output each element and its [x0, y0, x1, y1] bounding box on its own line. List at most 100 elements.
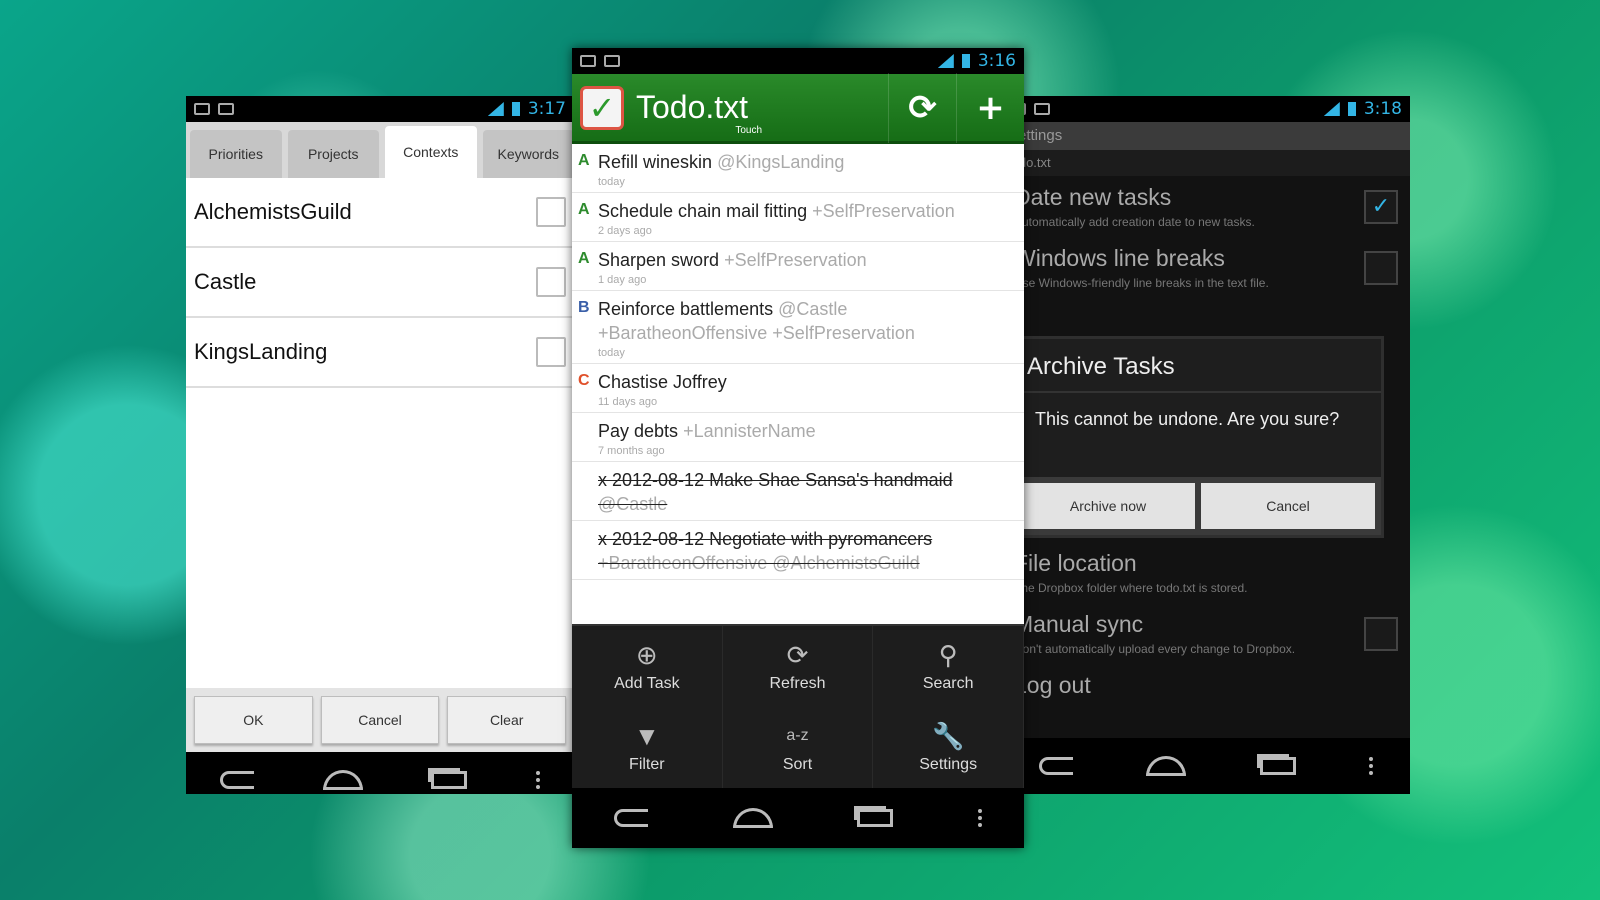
app-logo-icon: ✓ — [580, 85, 624, 130]
back-icon[interactable] — [1038, 757, 1073, 775]
task-text: Sharpen sword — [598, 250, 720, 270]
setting-log-out[interactable]: Log out — [1002, 664, 1410, 707]
archive-now-button[interactable]: Archive now — [1021, 483, 1195, 529]
ok-button[interactable]: OK — [194, 696, 313, 744]
status-bar: 3:16 — [572, 48, 1024, 74]
checked-checkbox-icon[interactable]: ✓ — [1364, 189, 1398, 224]
refresh-icon[interactable]: ⟳ — [888, 72, 956, 143]
task-text: Chastise Joffrey — [598, 372, 727, 392]
recent-apps-icon[interactable] — [431, 771, 468, 789]
image-notification-icon — [194, 103, 210, 115]
task-priority: B — [578, 299, 590, 316]
setting-windows-line-breaks[interactable]: Windows line breaks Use Windows-friendly… — [1002, 237, 1410, 298]
setting-manual-sync[interactable]: Manual sync Don't automatically upload e… — [1002, 603, 1410, 664]
menu-item-label: Filter — [629, 755, 665, 773]
menu-item-add-task[interactable]: ⊕ Add Task — [572, 626, 723, 707]
context-checkbox[interactable] — [536, 267, 566, 297]
list-item[interactable]: Castle — [186, 248, 574, 318]
system-nav-bar — [572, 788, 1024, 848]
setting-date-new-tasks[interactable]: Date new tasks Automatically add creatio… — [1002, 176, 1410, 237]
task-text: Refill wineskin — [598, 152, 713, 172]
task-row[interactable]: B Reinforce battlements @Castle +Baratheo… — [572, 291, 1024, 364]
back-icon[interactable] — [220, 771, 255, 789]
tab-contexts[interactable]: Contexts — [385, 126, 477, 178]
task-tags: @KingsLanding — [717, 152, 845, 172]
task-row[interactable]: x 2012-08-12 Make Shae Sansa's handmaid … — [572, 462, 1024, 521]
task-priority: A — [578, 152, 590, 169]
task-tags: +SelfPreservation — [812, 201, 955, 221]
task-priority: A — [578, 250, 590, 267]
recent-apps-icon[interactable] — [857, 809, 894, 827]
tab-keywords[interactable]: Keywords — [482, 130, 574, 178]
status-bar: 3:18 — [1002, 96, 1410, 122]
recent-apps-icon[interactable] — [1259, 757, 1296, 775]
task-priority — [578, 419, 598, 457]
home-icon[interactable] — [322, 770, 363, 790]
menu-item-search[interactable]: ⚲ Search — [873, 626, 1024, 707]
task-age: 11 days ago — [598, 396, 658, 408]
lower-settings: File location The Dropbox folder where t… — [1002, 542, 1410, 707]
task-row[interactable]: Pay debts +LannisterName 7 months ago — [572, 413, 1024, 462]
signal-icon — [1323, 102, 1340, 116]
menu-item-settings[interactable]: 🔧 Settings — [873, 707, 1024, 788]
list-item[interactable]: KingsLanding — [186, 318, 574, 388]
setting-file-location[interactable]: File location The Dropbox folder where t… — [1002, 542, 1410, 603]
menu-item-label: Settings — [919, 755, 978, 773]
sort-az-icon: a-z — [786, 726, 809, 744]
cancel-button[interactable]: Cancel — [320, 696, 440, 744]
menu-item-refresh[interactable]: ⟳ Refresh — [723, 626, 874, 707]
menu-item-label: Refresh — [769, 674, 826, 692]
home-icon[interactable] — [732, 808, 773, 828]
home-icon[interactable] — [1146, 756, 1187, 776]
task-list: A Refill wineskin @KingsLanding today A Sche… — [572, 144, 1024, 624]
status-bar: 3:17 — [186, 96, 574, 122]
add-icon[interactable]: + — [956, 72, 1024, 143]
task-tags: +BaratheonOffensive @AlchemistsGuild — [598, 553, 920, 573]
dialog-title: Archive Tasks — [1015, 339, 1381, 393]
clear-button[interactable]: Clear — [447, 696, 567, 744]
task-row[interactable]: A Sharpen sword +SelfPreservation 1 day ag… — [572, 242, 1024, 291]
task-age: today — [598, 176, 625, 188]
task-text: Reinforce battlements — [598, 299, 774, 319]
setting-title: File location — [1014, 550, 1137, 576]
task-age: 1 day ago — [598, 274, 647, 286]
task-age: today — [598, 347, 625, 359]
options-menu: ⊕ Add Task ⟳ Refresh ⚲ Search ▼ Filter a-z Sort 🔧 S… — [572, 624, 1024, 788]
task-row[interactable]: C Chastise Joffrey 11 days ago — [572, 364, 1024, 413]
checkbox[interactable] — [1364, 250, 1398, 285]
context-checkbox[interactable] — [536, 197, 566, 227]
signal-icon — [487, 102, 504, 116]
task-tags: @Castle — [598, 494, 668, 514]
setting-title: Manual sync — [1014, 611, 1144, 637]
task-age: 2 days ago — [598, 225, 652, 237]
task-priority — [578, 468, 598, 516]
overflow-menu-icon[interactable] — [535, 771, 540, 789]
search-icon: ⚲ — [938, 639, 958, 670]
checkbox[interactable] — [1364, 616, 1398, 651]
overflow-menu-icon[interactable] — [977, 809, 982, 827]
settings-header: Settings — [1002, 122, 1410, 150]
overflow-menu-icon[interactable] — [1369, 757, 1374, 775]
status-time: 3:18 — [1363, 99, 1402, 119]
tab-priorities[interactable]: Priorities — [190, 130, 282, 178]
battery-icon — [511, 102, 520, 116]
dialog-cancel-button[interactable]: Cancel — [1201, 483, 1375, 529]
refresh-icon: ⟳ — [786, 639, 809, 670]
task-row[interactable]: x 2012-08-12 Negotiate with pyromancers … — [572, 521, 1024, 580]
context-label: KingsLanding — [194, 339, 328, 364]
task-row[interactable]: A Schedule chain mail fitting +SelfPreser… — [572, 193, 1024, 242]
task-priority: A — [578, 201, 590, 218]
archive-dialog: Archive Tasks This cannot be undone. Are… — [1012, 336, 1384, 538]
setting-description: Automatically add creation date to new t… — [1014, 215, 1255, 229]
tab-projects[interactable]: Projects — [287, 130, 379, 178]
task-row[interactable]: A Refill wineskin @KingsLanding today — [572, 144, 1024, 193]
list-item[interactable]: AlchemistsGuild — [186, 178, 574, 248]
task-tags: +LannisterName — [683, 421, 816, 441]
context-checkbox[interactable] — [536, 337, 566, 367]
menu-item-filter[interactable]: ▼ Filter — [572, 707, 723, 788]
mail-notification-icon — [604, 55, 620, 67]
task-age: 7 months ago — [598, 445, 665, 457]
menu-item-sort[interactable]: a-z Sort — [723, 707, 874, 788]
back-icon[interactable] — [614, 809, 649, 827]
dialog-message: This cannot be undone. Are you sure? — [1035, 409, 1340, 429]
